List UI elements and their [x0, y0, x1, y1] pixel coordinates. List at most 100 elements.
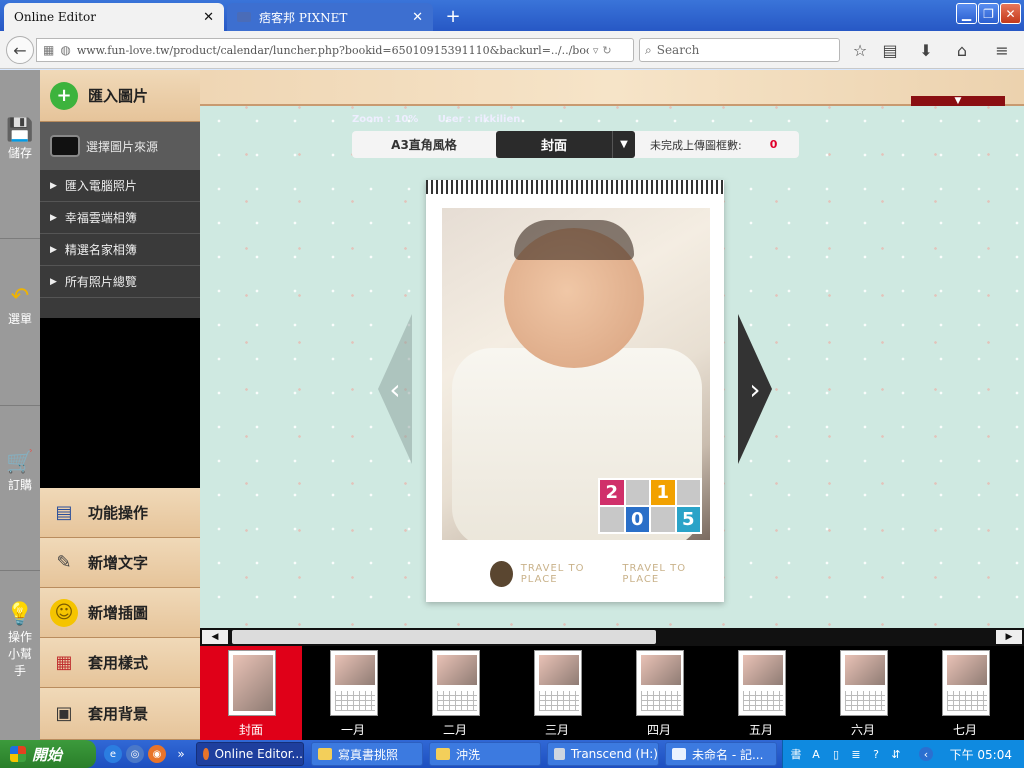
floppy-disk-icon: 💾: [6, 118, 34, 143]
taskbar-item-drive[interactable]: Transcend (H:): [547, 742, 659, 766]
quicklaunch-more-icon[interactable]: »: [172, 745, 190, 763]
layout-icon[interactable]: ▯: [829, 747, 843, 761]
minimize-icon[interactable]: ▁: [956, 3, 977, 24]
collapse-toggle[interactable]: ▼: [911, 96, 1005, 106]
spiral-binding: [426, 180, 724, 194]
taskbar-item-folder-print[interactable]: 沖洗: [429, 742, 541, 766]
system-tray: 書 A ▯ ≣ ? ⇵ ‹ 下午 05:04: [782, 740, 1024, 768]
thumbnail-scrollbar[interactable]: ◀ ▶: [200, 628, 1024, 646]
year-digit: 5: [676, 507, 700, 532]
thumbnail-january[interactable]: 一月: [302, 646, 404, 740]
thumbnail-cover[interactable]: 封面: [200, 646, 302, 740]
firefox-icon: [203, 748, 209, 760]
thumbnail-february[interactable]: 二月: [404, 646, 506, 740]
thumbnail-calendar-grid: [437, 691, 477, 711]
thumbnail-may[interactable]: 五月: [710, 646, 812, 740]
taskbar-item-notepad[interactable]: 未命名 - 記...: [665, 742, 777, 766]
language-icon[interactable]: A: [809, 747, 823, 761]
dropdown-chevron-icon[interactable]: ▿: [593, 44, 599, 57]
scroll-left-icon[interactable]: ◀: [202, 630, 228, 644]
tray-menu-icon[interactable]: ⇵: [889, 747, 903, 761]
help-button[interactable]: 💡 操作小幫手: [0, 604, 40, 680]
taskbar-item-label: Transcend (H:): [570, 747, 658, 761]
zoom-label: Zoom : 10%: [352, 114, 419, 125]
help-icon[interactable]: ?: [869, 747, 883, 761]
notes-icon[interactable]: ≣: [849, 747, 863, 761]
image-source-selector[interactable]: 選擇圖片來源: [40, 122, 200, 170]
editor-app: 💾 儲存 ↶ 選單 🛒 訂購 💡 操作小幫手 + 匯入圖片 選擇圖片來源 ▶ 匯…: [0, 70, 1024, 740]
thumbnail-caption: 一月: [340, 723, 365, 737]
download-icon[interactable]: ⬇: [914, 38, 938, 62]
style-label: A3直角風格: [391, 138, 457, 152]
new-tab-plus-icon[interactable]: +: [443, 6, 463, 27]
notepad-icon: [672, 748, 686, 760]
close-icon[interactable]: ✕: [412, 10, 423, 25]
search-icon: ⌕: [645, 42, 652, 57]
source-item-label: 所有照片總覽: [64, 275, 137, 289]
source-item-all-photos[interactable]: ▶ 所有照片總覽: [40, 266, 200, 298]
app-icon[interactable]: ◎: [126, 745, 144, 763]
scrollbar-thumb[interactable]: [232, 630, 656, 644]
brand-mark: TRAVEL TO PLACE: [520, 563, 585, 585]
thumbnail-photo: [845, 655, 885, 685]
url-bar[interactable]: ▦ ◍ www.fun-love.tw/product/calendar/lun…: [36, 38, 634, 62]
page-select[interactable]: 封面 ▼: [496, 131, 635, 158]
save-button[interactable]: 💾 儲存: [0, 118, 40, 162]
tab-pixnet[interactable]: 痞客邦 PIXNET ✕: [227, 3, 433, 31]
add-clipart-button[interactable]: ☺ 新增插圖: [40, 588, 200, 638]
page-info-icon[interactable]: ▦: [43, 43, 54, 57]
firefox-icon[interactable]: ◉: [148, 745, 166, 763]
thumbnail-caption: 二月: [442, 723, 467, 737]
bookmark-star-icon[interactable]: ☆: [848, 38, 872, 62]
triangle-right-icon: ▶: [50, 244, 57, 255]
reading-list-icon[interactable]: ▤: [878, 38, 902, 62]
user-label: User : rikkilien: [437, 114, 521, 125]
source-item-featured[interactable]: ▶ 精選名家相簿: [40, 234, 200, 266]
reload-icon[interactable]: ↻: [602, 44, 611, 57]
back-arrow-icon[interactable]: ←: [6, 36, 34, 64]
apply-background-button[interactable]: ▣ 套用背景: [40, 688, 200, 740]
menu-button[interactable]: ↶ 選單: [0, 286, 40, 328]
restore-icon[interactable]: ❐: [978, 3, 999, 24]
taskbar-item-label: 寫真書挑照: [338, 747, 399, 762]
function-ops-button[interactable]: ▤ 功能操作: [40, 488, 200, 538]
tray-expand-icon[interactable]: ‹: [919, 747, 933, 761]
home-icon[interactable]: ⌂: [950, 38, 974, 62]
thumbnail-page: [432, 650, 480, 716]
taskbar-item-folder-photos[interactable]: 寫真書挑照: [311, 742, 423, 766]
ie-icon[interactable]: e: [104, 745, 122, 763]
chevron-down-icon[interactable]: ▼: [612, 131, 635, 158]
search-placeholder: Search: [656, 43, 700, 57]
year-tile: [651, 507, 675, 532]
close-icon[interactable]: ✕: [203, 10, 214, 25]
apply-style-button[interactable]: ▦ 套用樣式: [40, 638, 200, 688]
thumbnail-june[interactable]: 六月: [812, 646, 914, 740]
save-label: 儲存: [7, 146, 32, 160]
thumbnail-april[interactable]: 四月: [608, 646, 710, 740]
thumbnail-march[interactable]: 三月: [506, 646, 608, 740]
pencil-note-icon: ✎: [56, 552, 72, 573]
import-images-button[interactable]: + 匯入圖片: [40, 70, 200, 122]
incomplete-label: 未完成上傳圖框數:: [650, 138, 742, 152]
source-item-computer[interactable]: ▶ 匯入電腦照片: [40, 170, 200, 202]
search-input[interactable]: ⌕ Search: [639, 38, 840, 62]
order-button[interactable]: 🛒 訂購: [0, 452, 40, 494]
tab-online-editor[interactable]: Online Editor ✕: [4, 3, 224, 31]
zoom-user-info: Zoom : 10% User : rikkilien: [352, 114, 536, 125]
ime-icon[interactable]: 書: [789, 747, 803, 761]
source-label: 選擇圖片來源: [86, 139, 159, 154]
thumbnail-july[interactable]: 七月: [914, 646, 1016, 740]
cover-photo-frame[interactable]: 2 1 0 5: [442, 208, 710, 540]
start-button[interactable]: 開始: [0, 740, 96, 768]
thumbnail-photo: [641, 655, 681, 685]
chevron-down-icon: ▼: [954, 96, 962, 106]
source-item-cloud[interactable]: ▶ 幸福雲端相簿: [40, 202, 200, 234]
scroll-right-icon[interactable]: ▶: [996, 630, 1022, 644]
order-label: 訂購: [7, 478, 32, 492]
thumbnail-photo: [233, 655, 273, 711]
add-text-button[interactable]: ✎ 新增文字: [40, 538, 200, 588]
window-close-icon[interactable]: ✕: [1000, 3, 1021, 24]
menu-hamburger-icon[interactable]: ≡: [990, 38, 1014, 62]
taskbar-item-online-editor[interactable]: Online Editor...: [196, 742, 304, 766]
thumbnail-calendar-grid: [539, 691, 579, 711]
